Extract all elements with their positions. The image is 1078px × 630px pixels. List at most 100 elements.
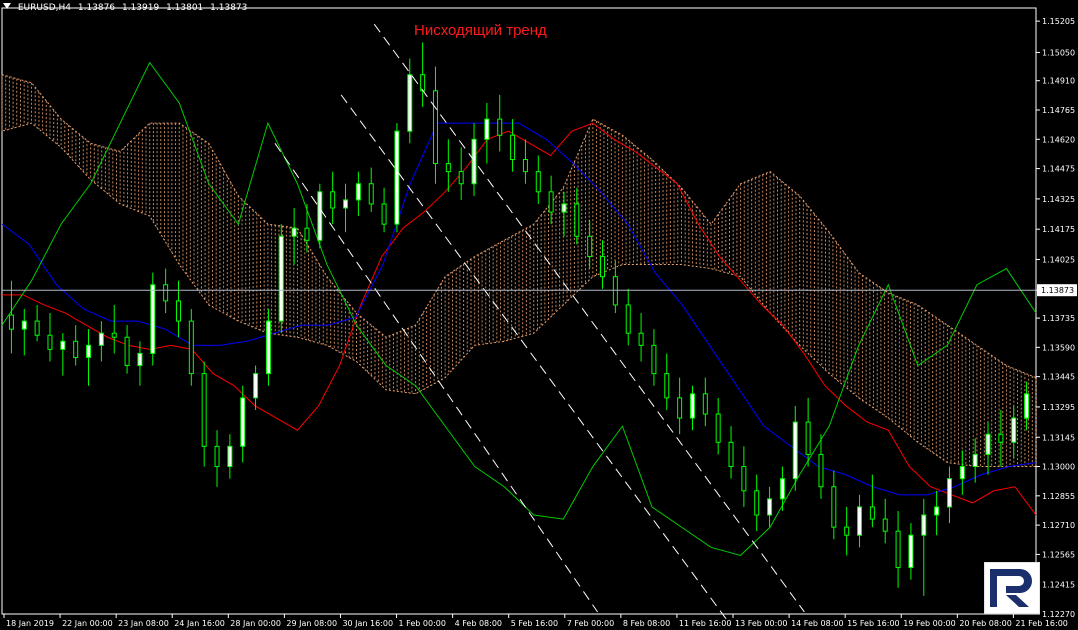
candle-body [355,183,361,201]
candle-body [317,191,323,241]
candle-body [21,320,27,330]
candle [1011,405,1017,459]
candle [420,42,426,107]
candle [561,191,567,237]
low-value: 1.13801 [166,3,204,13]
open-value: 1.13876 [77,3,116,13]
candle [265,308,271,386]
candle-body [664,373,670,399]
y-tick-label: 1.15205 [1042,17,1075,26]
candle [651,329,657,386]
x-tick-label: 1 Feb 00:00 [399,619,446,628]
candle [882,498,888,544]
candle-body [857,506,863,536]
candle-body [73,340,79,358]
candle [471,123,477,196]
y-tick-label: 1.15050 [1042,48,1075,57]
candle [34,304,40,342]
candle-body [831,486,837,528]
candle [728,426,734,479]
y-tick-label: 1.14765 [1042,106,1075,115]
candle [86,329,92,386]
candle-body [214,445,220,468]
candle [972,438,978,483]
y-tick-label: 1.12415 [1042,581,1075,590]
candle-body [767,498,773,516]
x-tick-label: 18 Jan 2019 [6,619,54,628]
candle-body [8,314,14,330]
candle [908,523,914,580]
symbol-label: EURUSD,H4 [17,3,71,13]
candle-body [137,352,143,367]
candle [715,397,721,455]
candle [253,365,259,410]
candle-body [921,514,927,536]
x-tick-label: 11 Feb 16:00 [679,619,731,628]
candle [677,377,683,435]
candle-body [998,433,1004,443]
candle [163,268,169,314]
candle [407,58,413,144]
candle-body [561,203,567,213]
candle-body [946,478,952,508]
candle-body [972,453,978,468]
candle [60,333,66,376]
candle [458,147,464,200]
candle-body [471,138,477,185]
candle-body [98,332,104,346]
candle-body [535,171,541,193]
candle [394,123,400,233]
candle [844,506,850,556]
candle-body [638,332,644,346]
candle [946,466,952,524]
candle-body [895,530,901,569]
y-tick-label: 1.14175 [1042,225,1075,234]
x-tick-label: 21 Feb 16:00 [1015,619,1067,628]
channel-line-1 [340,94,731,625]
candle-body [959,466,965,480]
price-grid [1,7,1037,615]
candle [869,474,875,528]
y-tick-label: 1.13145 [1042,433,1075,442]
collapse-triangle-icon[interactable] [3,3,11,9]
candle [702,377,708,427]
candle [188,308,194,386]
candle [317,183,323,249]
candle-body [805,421,811,455]
price-chart[interactable]: 1.15205 1.15050 1.14910 1.14765 1.14620 1.144… [0,0,1078,630]
y-tick-label: 1.13445 [1042,373,1075,382]
x-tick-label: 20 Feb 08:00 [959,619,1011,628]
candle [240,385,246,463]
y-tick-label: 1.14475 [1042,165,1075,174]
candle-body [330,191,336,209]
candle [343,183,349,233]
candle-body [201,373,207,447]
x-tick-label: 29 Jan 08:00 [286,619,337,628]
candle [124,325,130,374]
x-tick-label: 4 Feb 08:00 [455,619,502,628]
candle [304,203,310,253]
candle-body [368,183,374,205]
candle [741,446,747,507]
y-tick-label: 1.13590 [1042,343,1075,352]
candle [497,94,503,152]
y-tick-label: 1.14325 [1042,195,1075,204]
candle [214,430,220,487]
candle-body [343,199,349,209]
candle-body [458,171,464,185]
candle [510,119,516,172]
candle-body [818,453,824,488]
candle-body [381,203,387,225]
candle [535,155,541,204]
trend-annotation: Нисходящий тренд [414,22,547,39]
candle [175,280,181,338]
candle [831,470,837,540]
candle [921,498,927,596]
candle [959,450,965,495]
candle [150,272,156,366]
candlesticks [8,42,1030,596]
candle-body [163,284,169,302]
candle-body [625,304,631,334]
candle-body [689,393,695,419]
candle-body [278,235,284,322]
